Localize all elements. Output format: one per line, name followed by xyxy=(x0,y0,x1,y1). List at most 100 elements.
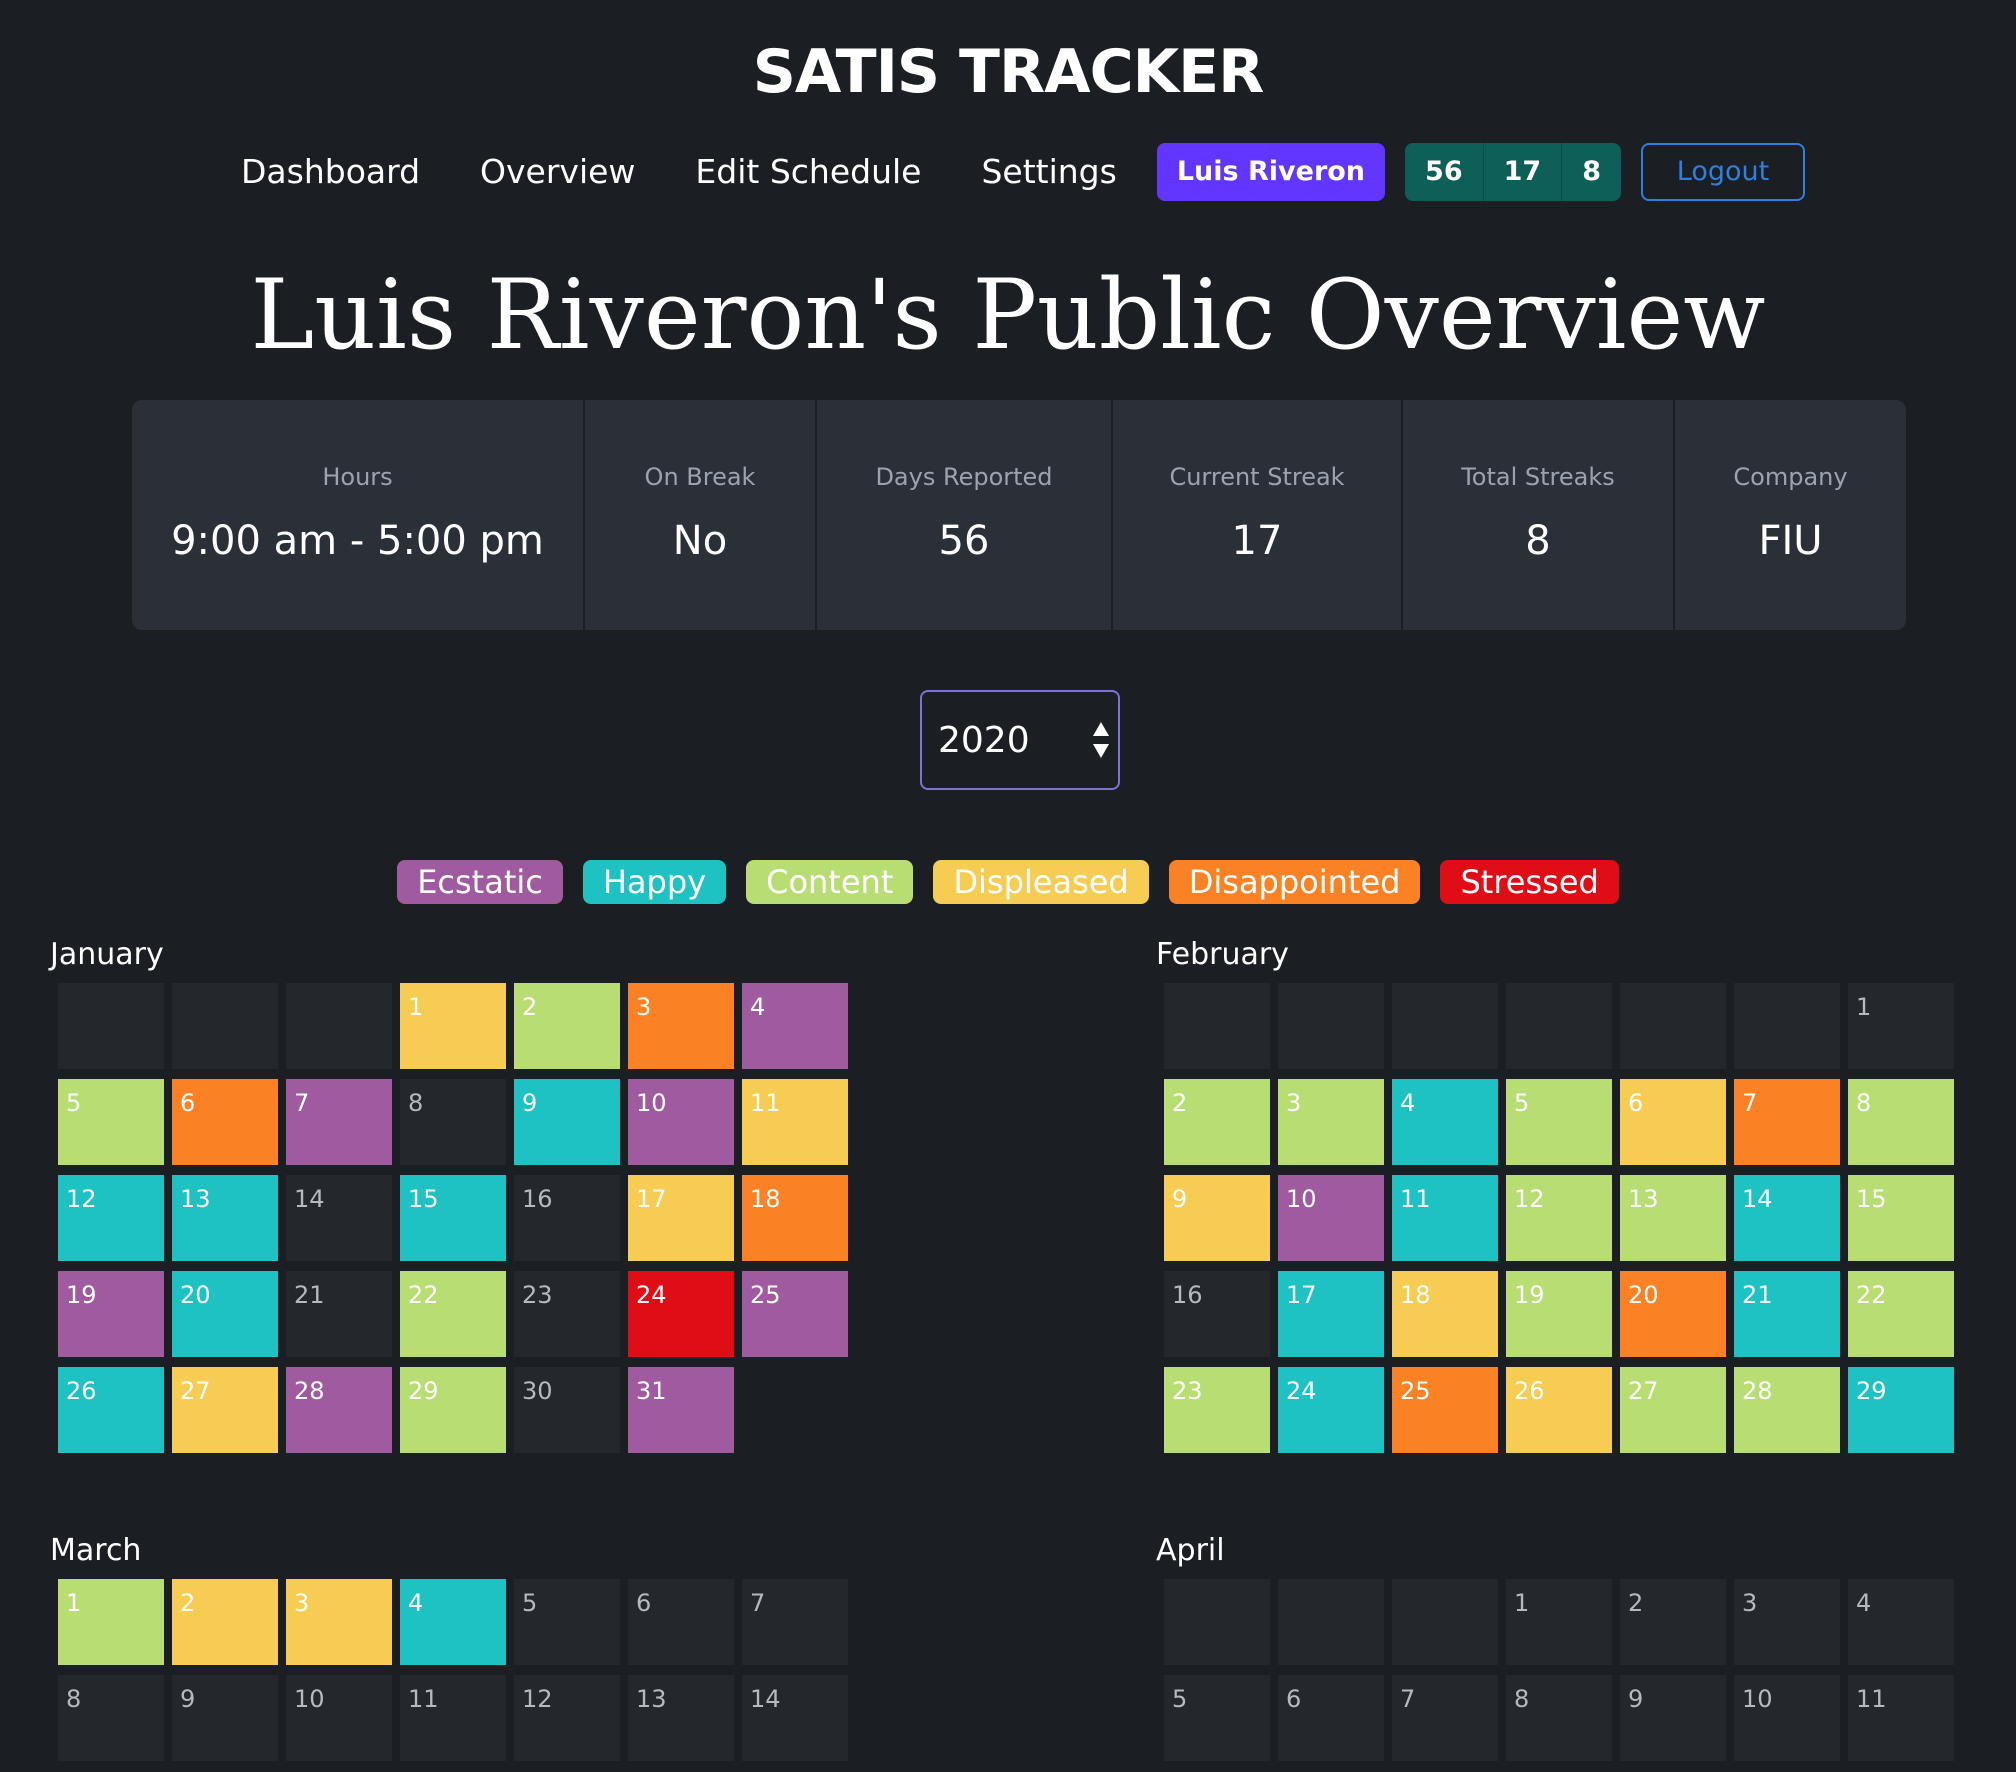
day-cell[interactable]: 16 xyxy=(1164,1271,1270,1357)
year-select[interactable]: 2020 xyxy=(920,690,1120,790)
current-streak-counter: 17 xyxy=(1484,143,1563,201)
day-cell[interactable]: 8 xyxy=(400,1079,506,1165)
day-cell[interactable]: 11 xyxy=(1392,1175,1498,1261)
day-cell[interactable]: 25 xyxy=(742,1271,848,1357)
day-cell[interactable]: 14 xyxy=(286,1175,392,1261)
nav-dashboard[interactable]: Dashboard xyxy=(241,143,420,201)
day-cell[interactable]: 6 xyxy=(172,1079,278,1165)
day-cell[interactable]: 17 xyxy=(1278,1271,1384,1357)
day-cell[interactable]: 6 xyxy=(1620,1079,1726,1165)
nav-overview[interactable]: Overview xyxy=(480,143,635,201)
brand-title[interactable]: SATIS TRACKER xyxy=(0,32,2016,112)
day-cell[interactable]: 14 xyxy=(1734,1175,1840,1261)
day-cell[interactable]: 19 xyxy=(1506,1271,1612,1357)
day-cell[interactable]: 16 xyxy=(514,1175,620,1261)
day-cell[interactable]: 11 xyxy=(400,1675,506,1761)
day-cell[interactable]: 8 xyxy=(58,1675,164,1761)
nav-edit-schedule[interactable]: Edit Schedule xyxy=(695,143,921,201)
day-cell[interactable]: 2 xyxy=(172,1579,278,1665)
day-cell[interactable]: 23 xyxy=(1164,1367,1270,1453)
day-cell[interactable]: 24 xyxy=(628,1271,734,1357)
day-cell[interactable]: 1 xyxy=(400,983,506,1069)
day-cell[interactable]: 29 xyxy=(1848,1367,1954,1453)
day-cell[interactable]: 20 xyxy=(172,1271,278,1357)
day-cell[interactable]: 15 xyxy=(400,1175,506,1261)
day-cell[interactable]: 2 xyxy=(1620,1579,1726,1665)
day-cell[interactable]: 6 xyxy=(628,1579,734,1665)
day-cell[interactable]: 13 xyxy=(172,1175,278,1261)
day-cell[interactable]: 1 xyxy=(58,1579,164,1665)
day-cell[interactable]: 26 xyxy=(58,1367,164,1453)
day-cell[interactable]: 20 xyxy=(1620,1271,1726,1357)
day-cell[interactable]: 1 xyxy=(1848,983,1954,1069)
day-cell[interactable]: 29 xyxy=(400,1367,506,1453)
day-number: 26 xyxy=(66,1377,97,1405)
day-cell[interactable]: 19 xyxy=(58,1271,164,1357)
day-cell[interactable]: 7 xyxy=(1734,1079,1840,1165)
day-cell[interactable]: 12 xyxy=(514,1675,620,1761)
day-cell[interactable]: 5 xyxy=(1506,1079,1612,1165)
day-cell[interactable]: 2 xyxy=(514,983,620,1069)
day-cell[interactable]: 22 xyxy=(1848,1271,1954,1357)
day-cell[interactable]: 27 xyxy=(1620,1367,1726,1453)
day-cell[interactable]: 25 xyxy=(1392,1367,1498,1453)
day-cell[interactable]: 10 xyxy=(1278,1175,1384,1261)
day-cell[interactable]: 3 xyxy=(628,983,734,1069)
day-cell[interactable]: 15 xyxy=(1848,1175,1954,1261)
day-cell[interactable]: 12 xyxy=(1506,1175,1612,1261)
day-cell[interactable]: 4 xyxy=(400,1579,506,1665)
day-cell[interactable]: 7 xyxy=(286,1079,392,1165)
day-cell[interactable]: 28 xyxy=(286,1367,392,1453)
day-cell[interactable]: 11 xyxy=(1848,1675,1954,1761)
page-title: Luis Riveron's Public Overview xyxy=(250,259,1766,371)
day-cell[interactable]: 10 xyxy=(1734,1675,1840,1761)
day-cell[interactable]: 4 xyxy=(1848,1579,1954,1665)
day-cell[interactable]: 10 xyxy=(286,1675,392,1761)
day-cell[interactable]: 26 xyxy=(1506,1367,1612,1453)
day-cell[interactable]: 4 xyxy=(742,983,848,1069)
day-cell[interactable]: 27 xyxy=(172,1367,278,1453)
day-cell[interactable]: 8 xyxy=(1506,1675,1612,1761)
day-cell[interactable]: 9 xyxy=(1164,1175,1270,1261)
day-cell[interactable]: 12 xyxy=(58,1175,164,1261)
day-cell[interactable]: 6 xyxy=(1278,1675,1384,1761)
day-cell[interactable]: 24 xyxy=(1278,1367,1384,1453)
day-cell[interactable]: 13 xyxy=(628,1675,734,1761)
day-cell[interactable]: 18 xyxy=(742,1175,848,1261)
month-february: February 1 2 3 4 5 6 7 8 9 10 11 12 13 14 15 16 17 18 19 20… xyxy=(1156,935,1954,1453)
day-cell[interactable]: 17 xyxy=(628,1175,734,1261)
day-cell[interactable]: 5 xyxy=(514,1579,620,1665)
day-cell[interactable]: 4 xyxy=(1392,1079,1498,1165)
day-number: 8 xyxy=(408,1089,424,1117)
logout-button[interactable]: Logout xyxy=(1640,143,1805,201)
user-button[interactable]: Luis Riveron xyxy=(1156,143,1386,201)
day-cell[interactable]: 21 xyxy=(286,1271,392,1357)
day-cell[interactable]: 3 xyxy=(1734,1579,1840,1665)
day-cell[interactable]: 9 xyxy=(514,1079,620,1165)
day-cell[interactable]: 7 xyxy=(742,1579,848,1665)
day-cell[interactable]: 3 xyxy=(1278,1079,1384,1165)
day-cell[interactable]: 2 xyxy=(1164,1079,1270,1165)
day-cell[interactable]: 21 xyxy=(1734,1271,1840,1357)
day-cell[interactable]: 23 xyxy=(514,1271,620,1357)
day-cell[interactable]: 18 xyxy=(1392,1271,1498,1357)
day-cell[interactable]: 31 xyxy=(628,1367,734,1453)
nav-settings[interactable]: Settings xyxy=(981,143,1116,201)
day-cell[interactable]: 7 xyxy=(1392,1675,1498,1761)
day-cell[interactable]: 10 xyxy=(628,1079,734,1165)
day-cell[interactable]: 9 xyxy=(1620,1675,1726,1761)
day-cell[interactable]: 22 xyxy=(400,1271,506,1357)
day-cell[interactable]: 9 xyxy=(172,1675,278,1761)
day-cell[interactable]: 13 xyxy=(1620,1175,1726,1261)
day-cell[interactable]: 5 xyxy=(58,1079,164,1165)
stat-total-streaks: Total Streaks 8 xyxy=(1403,400,1675,630)
day-cell[interactable]: 30 xyxy=(514,1367,620,1453)
day-cell[interactable]: 3 xyxy=(286,1579,392,1665)
day-cell[interactable]: 14 xyxy=(742,1675,848,1761)
day-cell[interactable]: 5 xyxy=(1164,1675,1270,1761)
day-cell[interactable]: 8 xyxy=(1848,1079,1954,1165)
day-cell[interactable]: 1 xyxy=(1506,1579,1612,1665)
day-number: 4 xyxy=(750,993,766,1021)
day-cell[interactable]: 28 xyxy=(1734,1367,1840,1453)
day-cell[interactable]: 11 xyxy=(742,1079,848,1165)
